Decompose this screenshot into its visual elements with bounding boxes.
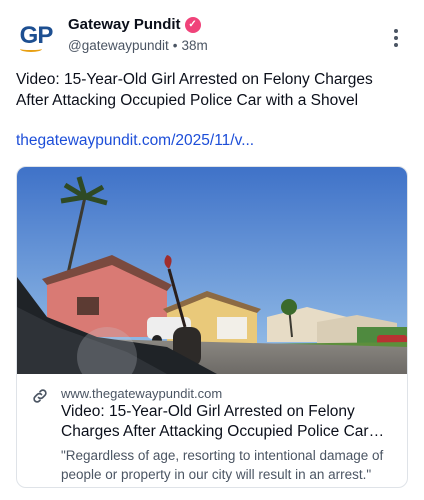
author-meta: @gatewaypundit • 38m bbox=[68, 38, 208, 53]
timestamp[interactable]: 38m bbox=[182, 38, 208, 53]
preview-description: "Regardless of age, resorting to intenti… bbox=[61, 448, 384, 482]
preview-body[interactable]: www.thegatewaypundit.com Video: 15-Year-… bbox=[17, 374, 407, 487]
link-icon bbox=[33, 389, 47, 403]
post-header: GP Gateway Pundit ✓ @gatewaypundit • 38m bbox=[16, 14, 408, 58]
more-options-icon[interactable] bbox=[384, 26, 408, 50]
post-card[interactable]: GP Gateway Pundit ✓ @gatewaypundit • 38m V… bbox=[0, 0, 424, 500]
preview-image[interactable] bbox=[17, 167, 408, 374]
post-link[interactable]: thegatewaypundit.com/2025/11/v... bbox=[16, 130, 408, 151]
handle[interactable]: @gatewaypundit bbox=[68, 38, 169, 53]
separator-dot: • bbox=[172, 38, 178, 53]
preview-domain: www.thegatewaypundit.com bbox=[61, 386, 223, 401]
name-row: Gateway Pundit ✓ bbox=[68, 16, 201, 33]
avatar[interactable]: GP bbox=[16, 16, 56, 56]
verified-badge-icon: ✓ bbox=[184, 16, 201, 33]
link-preview-card[interactable]: www.thegatewaypundit.com Video: 15-Year-… bbox=[16, 166, 408, 488]
logo-swoosh bbox=[20, 46, 42, 52]
post-text: Video: 15-Year-Old Girl Arrested on Felo… bbox=[16, 71, 373, 109]
preview-title[interactable]: Video: 15-Year-Old Girl Arrested on Felo… bbox=[61, 402, 397, 442]
display-name[interactable]: Gateway Pundit bbox=[68, 16, 181, 33]
